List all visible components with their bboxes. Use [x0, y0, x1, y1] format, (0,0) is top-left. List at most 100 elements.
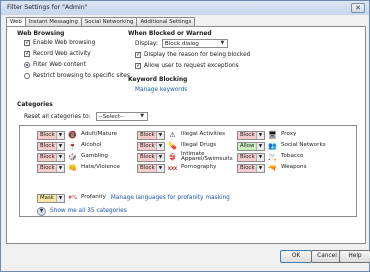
dropdown-value: Mask: [40, 195, 54, 201]
category-setting-dropdown[interactable]: Block ▼: [237, 163, 265, 173]
tab-additional-settings[interactable]: Additional Settings: [136, 17, 196, 26]
alcohol-icon: 🍷: [68, 142, 77, 150]
dropdown-value: Block: [40, 132, 55, 138]
chevron-down-icon: ▼: [256, 131, 264, 139]
category-row: Block ▼ ⚠ Illegal Activities: [137, 130, 225, 140]
category-setting-dropdown[interactable]: Block ▼: [37, 163, 65, 173]
profanity-label: Profanity: [81, 194, 106, 201]
display-value: Block dialog: [164, 40, 199, 47]
category-label: Tobacco: [281, 153, 304, 160]
chevron-down-icon: ▼: [140, 113, 145, 119]
web-browsing-heading: Web Browsing: [17, 31, 65, 37]
dropdown-value: Block: [40, 165, 55, 171]
category-label: Hate/Violence: [81, 164, 120, 171]
category-setting-dropdown[interactable]: Block ▼: [237, 130, 265, 140]
checkbox-box[interactable]: [24, 50, 30, 57]
title-bar: Filter Settings for "Admin" ✕: [1, 1, 369, 15]
chevron-down-icon: ▼: [56, 194, 64, 202]
dropdown-value: Block: [140, 132, 155, 138]
reset-label: Reset all categories to:: [24, 113, 91, 120]
close-icon[interactable]: ✕: [351, 3, 365, 13]
category-setting-dropdown[interactable]: Block ▼: [137, 130, 165, 140]
option-label: Restrict browsing to specific sites: [33, 73, 130, 79]
category-setting-dropdown[interactable]: Block ▼: [137, 163, 165, 173]
display-reason-checkbox[interactable]: Display the reason for being blocked: [135, 51, 251, 58]
dropdown-value: Block: [240, 154, 255, 160]
option-label: Record Web activity: [33, 51, 91, 57]
display-select[interactable]: Block dialog ▼: [161, 39, 228, 48]
web-tab-panel: Web Browsing Enable Web browsing Record …: [6, 26, 366, 244]
chevron-down-icon[interactable]: ▼: [37, 206, 46, 216]
dropdown-value: Block: [240, 132, 255, 138]
category-label: Weapons: [281, 164, 307, 171]
category-setting-dropdown[interactable]: Block ▼: [37, 152, 65, 162]
checkbox-box[interactable]: [135, 51, 141, 58]
pornography-icon: XXX: [167, 165, 178, 171]
category-setting-dropdown[interactable]: Allow ▼: [237, 141, 265, 151]
allow-exceptions-checkbox[interactable]: Allow user to request exceptions: [135, 62, 239, 69]
reset-value: --Select--: [98, 113, 124, 120]
drugs-icon: 💊: [168, 142, 177, 150]
category-row: Block ▼ 🔫 Weapons: [237, 163, 307, 173]
option-label: Filter Web content: [33, 62, 86, 68]
category-row: Block ▼ 🍷 Alcohol: [37, 141, 101, 151]
restrict-browsing-radio[interactable]: Restrict browsing to specific sites: [24, 73, 130, 79]
display-row: Display: Block dialog ▼: [135, 39, 228, 48]
category-setting-dropdown[interactable]: Block ▼: [137, 152, 165, 162]
dropdown-value: Block: [240, 165, 255, 171]
filter-web-content-radio[interactable]: Filter Web content: [24, 62, 86, 68]
ok-button[interactable]: OK: [280, 250, 312, 263]
tab-instant-messaging[interactable]: Instant Messaging: [24, 17, 82, 26]
radio-dot[interactable]: [24, 62, 30, 68]
chevron-down-icon: ▼: [156, 153, 164, 161]
chevron-down-icon: ▼: [256, 164, 264, 172]
checkbox-box[interactable]: [24, 39, 30, 46]
reset-select[interactable]: --Select-- ▼: [95, 112, 148, 121]
category-setting-dropdown[interactable]: Block ▼: [137, 141, 165, 151]
filter-settings-window: Filter Settings for "Admin" ✕ Web Instan…: [0, 0, 370, 272]
category-setting-dropdown[interactable]: Block ▼: [237, 152, 265, 162]
proxy-icon: 🖥: [268, 131, 277, 139]
record-web-activity-checkbox[interactable]: Record Web activity: [24, 50, 91, 57]
chevron-down-icon: ▼: [256, 142, 264, 150]
category-row: Block ▼ 🎲 Gambling: [37, 152, 108, 162]
category-label: Alcohol: [81, 142, 102, 149]
chevron-down-icon: ▼: [220, 40, 225, 46]
option-label: Display the reason for being blocked: [144, 52, 251, 58]
illegal-icon: ⚠: [169, 131, 176, 139]
show-all-categories-row[interactable]: ▼ Show me all 35 categories: [37, 206, 127, 216]
keyword-blocking-heading: Keyword Blocking: [128, 77, 188, 83]
category-row: Block ▼ 🔞 Adult/Mature: [37, 130, 117, 140]
chevron-down-icon: ▼: [256, 153, 264, 161]
profanity-icon: #%: [68, 195, 77, 201]
chevron-down-icon: ▼: [56, 164, 64, 172]
profanity-dropdown[interactable]: Mask ▼: [37, 193, 65, 203]
category-row: Block ▼ 💊 Illegal Drugs: [137, 141, 216, 151]
adult-icon: 🔞: [68, 131, 77, 139]
category-label: Adult/Mature: [81, 131, 118, 138]
category-setting-dropdown[interactable]: Block ▼: [37, 130, 65, 140]
dropdown-value: Block: [40, 154, 55, 160]
window-title: Filter Settings for "Admin": [7, 4, 88, 11]
checkbox-box[interactable]: [135, 62, 141, 69]
category-row: Allow ▼ 👥 Social Networks: [237, 141, 326, 151]
dropdown-value: Block: [140, 165, 155, 171]
display-label: Display:: [135, 40, 158, 47]
tobacco-icon: 🚬: [268, 153, 277, 161]
categories-heading: Categories: [17, 102, 53, 108]
category-label: Illegal Drugs: [181, 142, 217, 149]
help-button[interactable]: Help: [339, 250, 370, 263]
manage-keywords-link[interactable]: Manage keywords: [135, 87, 187, 93]
dropdown-value: Block: [40, 143, 55, 149]
hate-icon: 👊: [68, 164, 77, 172]
category-label: Gambling: [81, 153, 108, 160]
tab-social-networking[interactable]: Social Networking: [80, 17, 138, 26]
category-label: Social Networks: [281, 142, 326, 149]
category-setting-dropdown[interactable]: Block ▼: [37, 141, 65, 151]
manage-profanity-languages-link[interactable]: Manage languages for profanity masking: [111, 195, 230, 201]
category-label: Intimate Apparel/Swimsuits: [181, 150, 233, 162]
radio-dot[interactable]: [24, 73, 30, 79]
enable-web-browsing-checkbox[interactable]: Enable Web browsing: [24, 39, 95, 46]
chevron-down-icon: ▼: [56, 142, 64, 150]
show-all-categories-link[interactable]: Show me all 35 categories: [50, 208, 127, 214]
